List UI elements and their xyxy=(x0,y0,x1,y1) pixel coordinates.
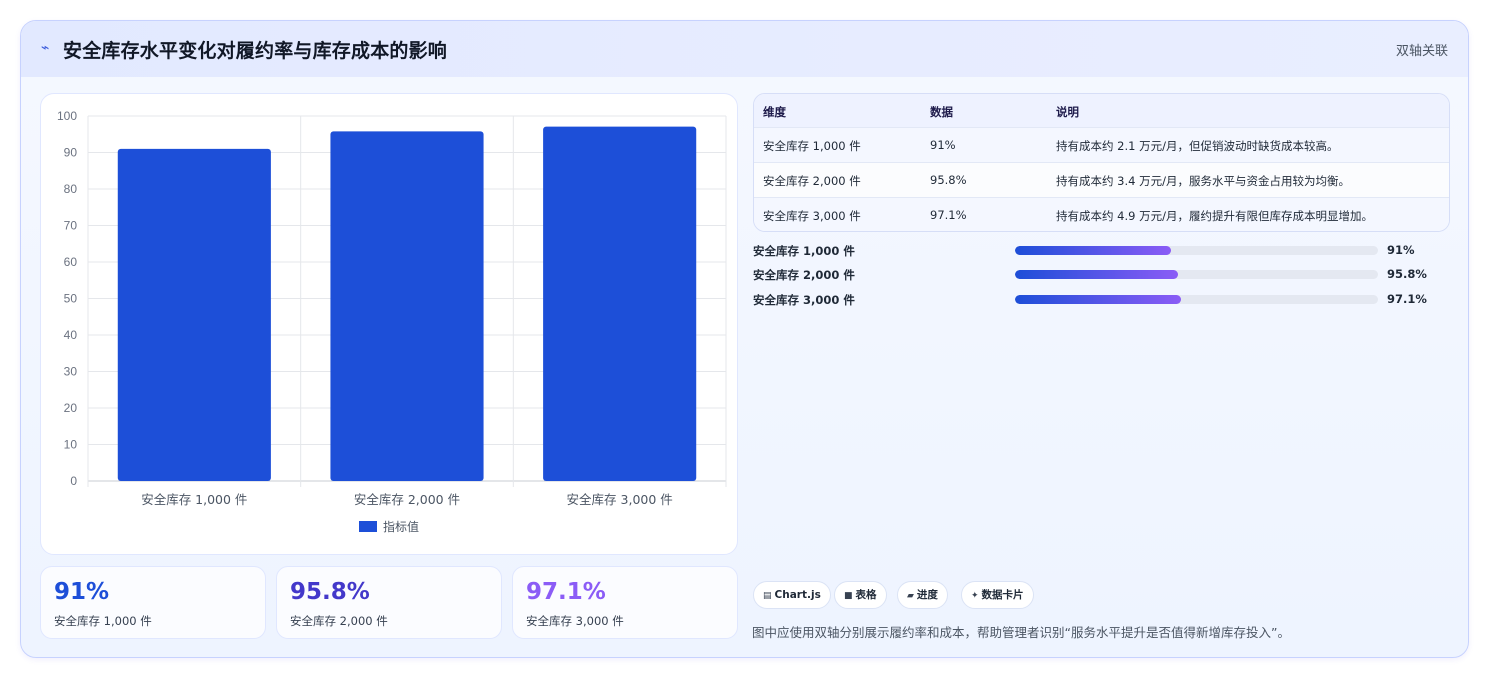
pill-label: Chart.js xyxy=(774,589,821,601)
chart-icon: ▤ xyxy=(763,591,772,601)
progress-fill xyxy=(1015,270,1179,279)
y-tick-label: 30 xyxy=(64,365,78,379)
y-tick-label: 90 xyxy=(64,146,78,160)
kpi-label: 安全库存 2,000 件 xyxy=(290,614,388,628)
kpi-value: 95.8% xyxy=(290,579,370,605)
bar xyxy=(117,148,271,481)
table-row: 安全库存 2,000 件 95.8% 持有成本约 3.4 万元/月，服务水平与资… xyxy=(754,162,1449,197)
y-tick-label: 100 xyxy=(57,109,77,123)
y-tick-label: 70 xyxy=(64,219,78,233)
dual-axis-tag: 双轴关联 xyxy=(1395,44,1448,59)
bar xyxy=(330,131,484,481)
legend-swatch xyxy=(359,521,377,532)
progress-track xyxy=(1015,246,1378,255)
bar-chart: 0 10 20 30 40 50 60 70 80 90 100 安全库存 1,000 件 安全库存 2… xyxy=(57,109,727,534)
kpi-label: 安全库存 3,000 件 xyxy=(526,614,624,628)
progress-label: 安全库存 2,000 件 xyxy=(753,268,855,282)
pill-label: 表格 xyxy=(855,589,877,601)
bar-chart-panel: 0 10 20 30 40 50 60 70 80 90 100 安全库存 1,000 件 安全库存 2… xyxy=(40,93,738,555)
progress-value: 95.8% xyxy=(1387,267,1427,281)
progress-fill xyxy=(1015,246,1172,255)
table-cell: 97.1% xyxy=(930,208,967,222)
x-tick-label: 安全库存 1,000 件 xyxy=(141,492,247,507)
table-cell: 安全库存 2,000 件 xyxy=(763,174,861,188)
table-row: 安全库存 1,000 件 91% 持有成本约 2.1 万元/月，但促销波动时缺货… xyxy=(754,127,1449,162)
progress-value: 97.1% xyxy=(1387,292,1427,306)
kpi-card: 91% 安全库存 1,000 件 xyxy=(40,566,266,639)
table-header-row: 维度 数据 说明 xyxy=(754,94,1449,127)
kpi-card: 97.1% 安全库存 3,000 件 xyxy=(512,566,738,639)
y-tick-label: 50 xyxy=(64,292,78,306)
sparkle-icon: ✦ xyxy=(971,591,979,601)
y-tick-label: 60 xyxy=(64,255,78,269)
progress-row: 安全库存 3,000 件 97.1% xyxy=(753,290,1453,310)
chartjs-pill[interactable]: ▤ Chart.js xyxy=(753,581,831,609)
progress-track xyxy=(1015,270,1378,279)
footnote: 图中应使用双轴分别展示履约率和成本，帮助管理者识别“服务水平提升是否值得新增库存… xyxy=(752,625,1290,640)
table-cell: 安全库存 1,000 件 xyxy=(763,139,861,153)
table-row: 安全库存 3,000 件 97.1% 持有成本约 4.9 万元/月，履约提升有限… xyxy=(754,197,1449,231)
page-title: 安全库存水平变化对履约率与库存成本的影响 xyxy=(63,40,448,62)
kpi-card: 95.8% 安全库存 2,000 件 xyxy=(276,566,502,639)
y-tick-label: 80 xyxy=(64,182,78,196)
progress-pill[interactable]: ▰ 进度 xyxy=(897,581,948,609)
x-tick-label: 安全库存 2,000 件 xyxy=(354,492,460,507)
kpi-label: 安全库存 1,000 件 xyxy=(54,614,152,628)
progress-fill xyxy=(1015,295,1181,304)
kpi-value: 91% xyxy=(54,579,110,605)
progress-value: 91% xyxy=(1387,243,1415,257)
table-pill[interactable]: ■ 表格 xyxy=(834,581,887,609)
table-cell: 持有成本约 3.4 万元/月，服务水平与资金占用较为均衡。 xyxy=(1056,174,1350,188)
page: ⌁ 安全库存水平变化对履约率与库存成本的影响 双轴关联 0 10 20 30 40 50 6… xyxy=(0,0,1489,679)
y-tick-label: 20 xyxy=(64,401,78,415)
x-tick-label: 安全库存 3,000 件 xyxy=(567,492,673,507)
progress-row: 安全库存 2,000 件 95.8% xyxy=(753,265,1453,285)
bar xyxy=(543,126,697,482)
kpi-value: 97.1% xyxy=(526,579,606,605)
table-icon: ■ xyxy=(844,591,853,601)
y-tick-label: 10 xyxy=(64,438,78,452)
progress-label: 安全库存 3,000 件 xyxy=(753,293,855,307)
table-cell: 持有成本约 4.9 万元/月，履约提升有限但库存成本明显增加。 xyxy=(1056,209,1373,223)
table-cell: 95.8% xyxy=(930,173,967,187)
dashboard-card: ⌁ 安全库存水平变化对履约率与库存成本的影响 双轴关联 0 10 20 30 40 50 6… xyxy=(20,20,1469,658)
table-cell: 91% xyxy=(930,138,956,152)
progress-track xyxy=(1015,295,1378,304)
table-cell: 安全库存 3,000 件 xyxy=(763,209,861,223)
progress-row: 安全库存 1,000 件 91% xyxy=(753,241,1453,261)
data-card-pill[interactable]: ✦ 数据卡片 xyxy=(961,581,1034,609)
table-cell: 持有成本约 2.1 万元/月，但促销波动时缺货成本较高。 xyxy=(1056,139,1339,153)
y-tick-label: 0 xyxy=(70,474,77,488)
pill-label: 数据卡片 xyxy=(981,589,1024,601)
pill-label: 进度 xyxy=(916,589,938,601)
table-header-cell: 维度 xyxy=(763,105,786,119)
legend-label: 指标值 xyxy=(383,519,419,534)
data-table: 维度 数据 说明 安全库存 1,000 件 91% 持有成本约 2.1 万元/月… xyxy=(753,93,1450,232)
progress-label: 安全库存 1,000 件 xyxy=(753,244,855,258)
table-header-cell: 数据 xyxy=(930,105,953,119)
progress-icon: ▰ xyxy=(907,591,914,601)
y-tick-label: 40 xyxy=(64,328,78,342)
table-header-cell: 说明 xyxy=(1056,105,1079,119)
card-header: ⌁ 安全库存水平变化对履约率与库存成本的影响 双轴关联 xyxy=(21,21,1468,77)
chart-trend-icon: ⌁ xyxy=(41,40,50,56)
